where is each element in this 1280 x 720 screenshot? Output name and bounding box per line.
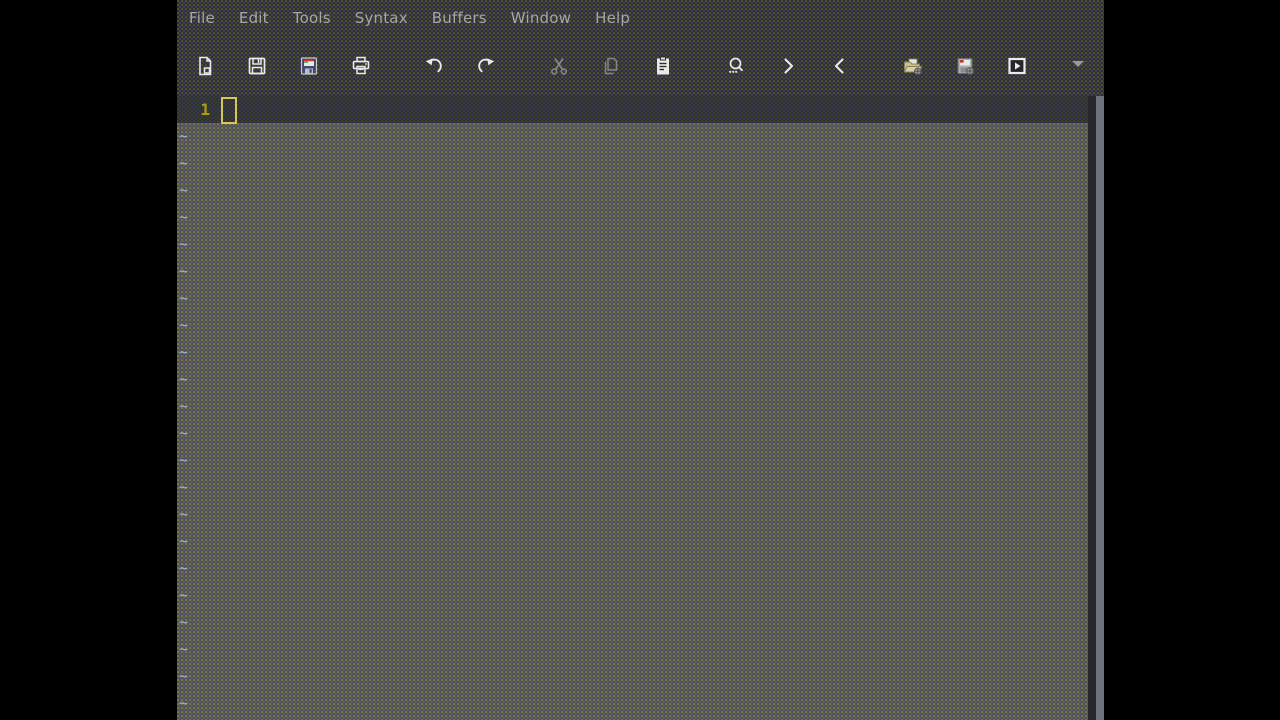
find-prev-button[interactable] xyxy=(824,50,856,82)
text-cursor xyxy=(221,97,237,124)
menu-file[interactable]: File xyxy=(177,0,227,36)
line-number: 1 xyxy=(200,100,210,119)
empty-line-tilde: ~ xyxy=(179,343,189,361)
toolbar-overflow-arrow-icon xyxy=(1068,54,1088,78)
empty-line-tilde: ~ xyxy=(179,262,189,280)
copy-pages-icon xyxy=(599,54,623,78)
gvim-window: File Edit Tools Syntax Buffers Window He… xyxy=(177,0,1104,720)
empty-line-tilde: ~ xyxy=(179,154,189,172)
menu-syntax[interactable]: Syntax xyxy=(343,0,420,36)
save-button[interactable] xyxy=(241,50,273,82)
find-next-button[interactable] xyxy=(772,50,804,82)
text-column[interactable]: 1 ~ ~ ~ ~ ~ ~ ~ ~ ~ ~ ~ ~ ~ ~ ~ ~ ~ ~ ~ ~ ~ ~ xyxy=(177,96,1088,720)
empty-line-tilde: ~ xyxy=(179,127,189,145)
save-all-color-floppy-icon xyxy=(297,54,321,78)
empty-line-tilde: ~ xyxy=(179,694,189,712)
save-all-button[interactable] xyxy=(293,50,325,82)
find-next-chevron-right-icon xyxy=(776,54,800,78)
menu-help[interactable]: Help xyxy=(583,0,642,36)
undo-button[interactable] xyxy=(418,50,450,82)
empty-line-tilde: ~ xyxy=(179,370,189,388)
cut-scissors-icon xyxy=(547,54,571,78)
menu-edit[interactable]: Edit xyxy=(227,0,281,36)
save-session-button[interactable] xyxy=(949,50,981,82)
menu-buffers[interactable]: Buffers xyxy=(420,0,499,36)
empty-line-tilde: ~ xyxy=(179,532,189,550)
empty-line-tilde: ~ xyxy=(179,640,189,658)
print-icon xyxy=(349,54,373,78)
empty-line-tilde: ~ xyxy=(179,316,189,334)
print-button[interactable] xyxy=(345,50,377,82)
new-file-icon xyxy=(193,54,217,78)
empty-line-tilde: ~ xyxy=(179,451,189,469)
empty-line-tilde: ~ xyxy=(179,397,189,415)
menu-window[interactable]: Window xyxy=(499,0,583,36)
buffer-line-1[interactable]: 1 xyxy=(177,96,1088,124)
empty-line-tilde: ~ xyxy=(179,289,189,307)
menubar: File Edit Tools Syntax Buffers Window He… xyxy=(177,0,1104,36)
run-script-button[interactable] xyxy=(1001,50,1033,82)
empty-line-tilde: ~ xyxy=(179,208,189,226)
empty-line-tilde: ~ xyxy=(179,181,189,199)
find-prev-chevron-left-icon xyxy=(828,54,852,78)
redo-arrow-icon xyxy=(474,54,498,78)
toolbar xyxy=(177,36,1104,96)
empty-line-tilde: ~ xyxy=(179,478,189,496)
undo-arrow-icon xyxy=(422,54,446,78)
scrollbar-thumb[interactable] xyxy=(1096,96,1104,720)
empty-line-tilde: ~ xyxy=(179,613,189,631)
nontext-region[interactable]: ~ ~ ~ ~ ~ ~ ~ ~ ~ ~ ~ ~ ~ ~ ~ ~ ~ ~ ~ ~ ~ ~ xyxy=(177,123,1088,720)
find-button[interactable] xyxy=(720,50,752,82)
load-session-folder-icon xyxy=(901,54,925,78)
editor-area: 1 ~ ~ ~ ~ ~ ~ ~ ~ ~ ~ ~ ~ ~ ~ ~ ~ ~ ~ ~ ~ ~ ~ xyxy=(177,96,1104,720)
find-magnifier-icon xyxy=(724,54,748,78)
run-script-window-play-icon xyxy=(1005,54,1029,78)
save-session-disk-icon xyxy=(953,54,977,78)
cut-button[interactable] xyxy=(543,50,575,82)
paste-button[interactable] xyxy=(647,50,679,82)
save-floppy-icon xyxy=(245,54,269,78)
empty-line-tilde: ~ xyxy=(179,586,189,604)
empty-line-tilde: ~ xyxy=(179,559,189,577)
load-session-button[interactable] xyxy=(897,50,929,82)
empty-line-tilde: ~ xyxy=(179,424,189,442)
copy-button[interactable] xyxy=(595,50,627,82)
empty-line-tilde: ~ xyxy=(179,235,189,253)
paste-clipboard-icon xyxy=(651,54,675,78)
new-file-button[interactable] xyxy=(189,50,221,82)
redo-button[interactable] xyxy=(470,50,502,82)
empty-line-tilde: ~ xyxy=(179,667,189,685)
toolbar-overflow-button[interactable] xyxy=(1066,50,1090,82)
vertical-scrollbar[interactable] xyxy=(1088,96,1104,720)
empty-line-tilde: ~ xyxy=(179,505,189,523)
menu-tools[interactable]: Tools xyxy=(281,0,343,36)
